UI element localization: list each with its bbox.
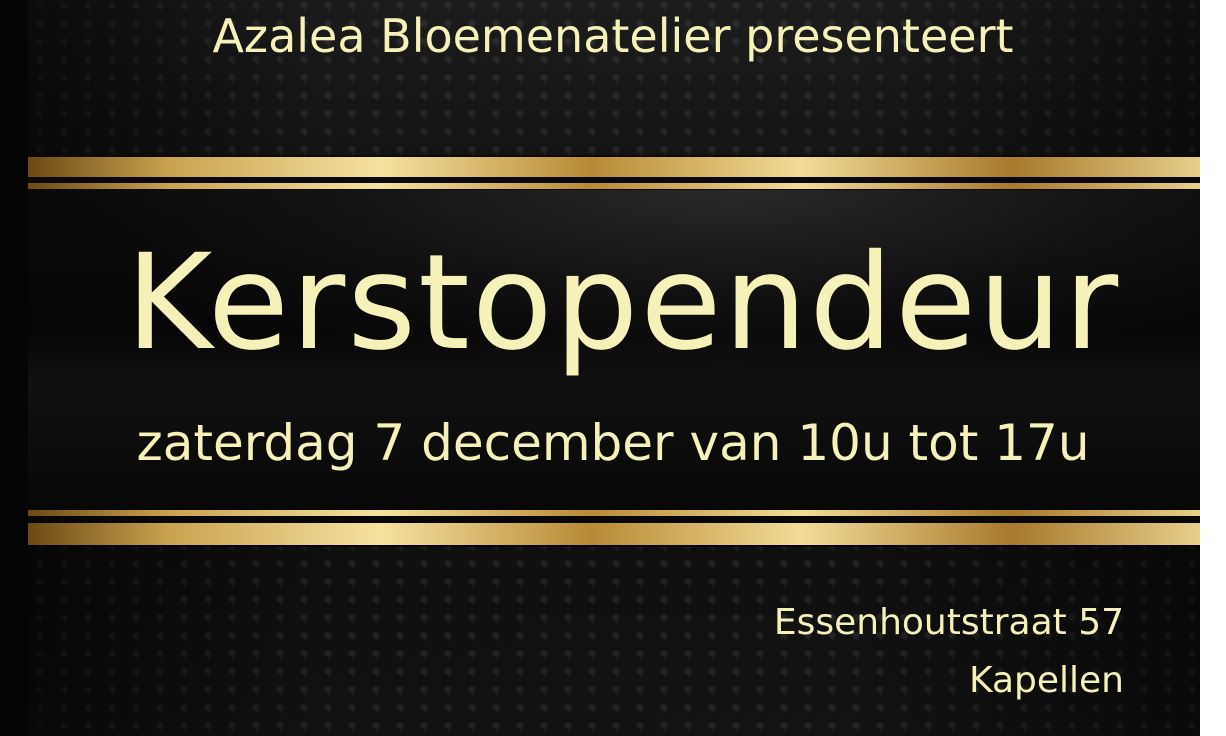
- event-date: zaterdag 7 december van 10u tot 17u: [136, 414, 1090, 472]
- address-street: Essenhoutstraat 57: [773, 602, 1124, 643]
- gold-stripe-top-thin: [28, 183, 1200, 189]
- left-edge: [0, 0, 28, 736]
- gold-stripe-top-thick: [28, 157, 1200, 177]
- event-title: Kerstopendeur: [125, 226, 1121, 380]
- address-city: Kapellen: [968, 660, 1124, 701]
- poster: Azalea Bloemenatelier presenteert Kersto…: [0, 0, 1226, 736]
- gold-stripe-bottom-thin: [28, 510, 1200, 516]
- gold-stripe-bottom-thick: [28, 523, 1200, 545]
- presenter-heading: Azalea Bloemenatelier presenteert: [212, 9, 1014, 63]
